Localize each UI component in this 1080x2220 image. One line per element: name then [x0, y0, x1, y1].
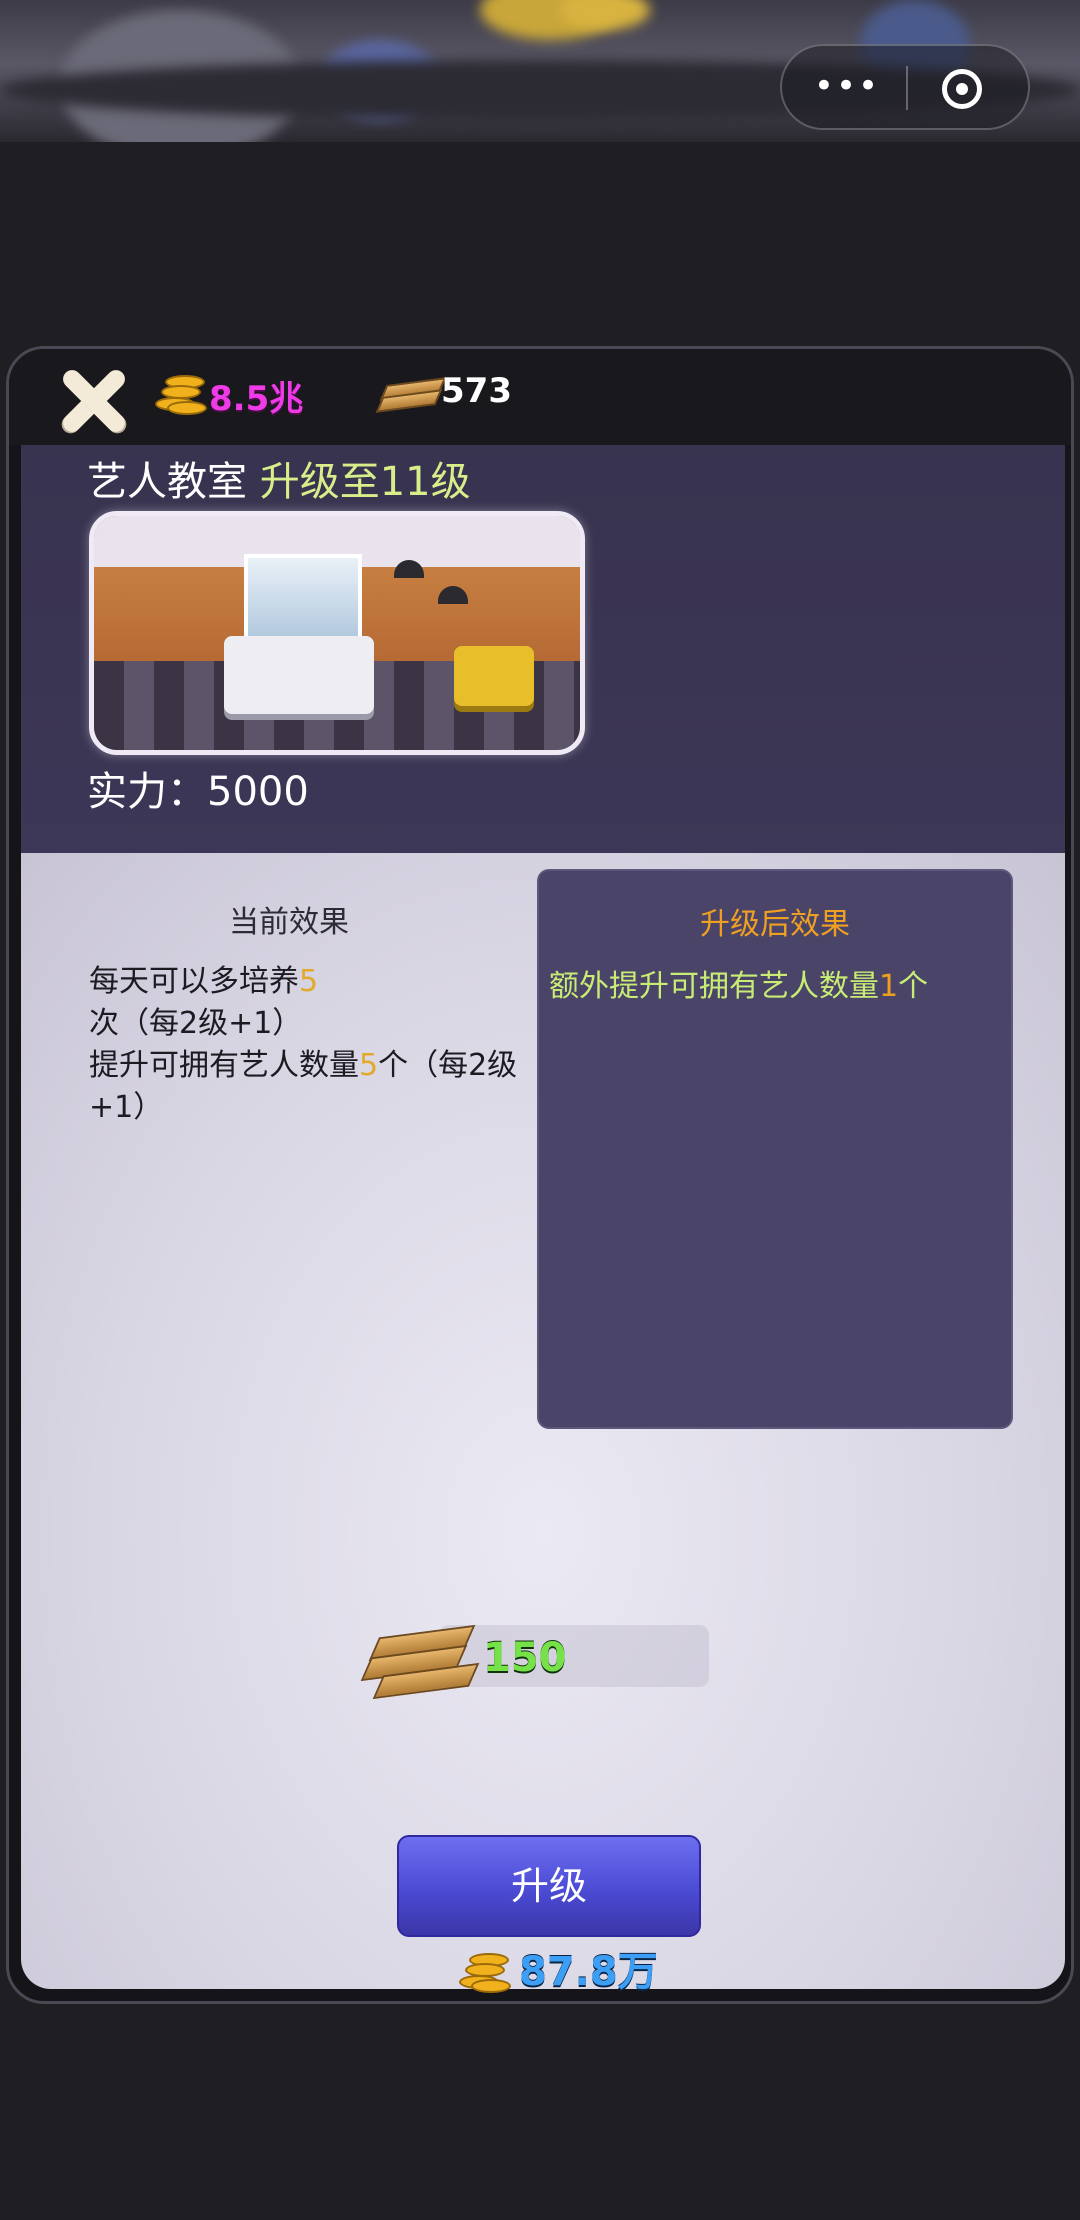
room-bed: [224, 636, 374, 714]
plank-icon: [375, 375, 447, 419]
effect-number: 5: [299, 964, 319, 999]
upgrade-target-level: 升级至11级: [259, 459, 471, 505]
power-label: 实力：: [87, 769, 207, 815]
more-icon[interactable]: •••: [812, 66, 882, 110]
upgrade-button[interactable]: 升级: [397, 1835, 701, 1937]
plank-cost: 150: [483, 1635, 567, 1681]
current-effect-text: 每天可以多培养5次（每2级+1） 提升可拥有艺人数量5个（每2级+1）: [89, 961, 525, 1129]
gold-coin-icon: [151, 371, 207, 421]
power-stat: 实力：5000: [87, 759, 309, 817]
effect-text: 提升可拥有艺人数量: [89, 1048, 359, 1083]
effect-text: 个: [898, 969, 929, 1004]
close-miniprogram-icon[interactable]: [942, 69, 982, 109]
room-preview-image: [89, 511, 585, 755]
capsule-divider: [906, 66, 908, 110]
upgrade-gold-cost: 87.8万: [519, 1949, 658, 1995]
effect-number: 5: [359, 1048, 379, 1083]
next-effect-text: 额外提升可拥有艺人数量1个: [549, 961, 928, 1005]
next-effect-box: 升级后效果: [537, 869, 1013, 1429]
room-sofa: [454, 646, 534, 706]
gold-coin-icon: [455, 1949, 511, 1999]
gold-amount: 8.5兆: [209, 379, 304, 419]
upgrade-dialog: 8.5兆 573 艺人教室 升级至11级 实力：5000 当前效果 每天可以多培…: [6, 346, 1074, 2004]
current-effect-line: 每天可以多培养5 次（每2级+1）: [89, 961, 525, 1045]
effect-number: 1: [879, 969, 899, 1004]
current-effect-heading: 当前效果: [229, 905, 349, 940]
cost-bar: [439, 1625, 709, 1687]
next-effect-heading: 升级后效果: [700, 907, 850, 942]
building-title: 艺人教室 升级至11级: [87, 449, 471, 507]
effect-text: 每天可以多培养: [89, 964, 299, 999]
plank-amount: 573: [441, 371, 512, 411]
effect-text: 次（每2级+1）: [89, 1006, 303, 1041]
mini-program-capsule: •••: [780, 44, 1030, 130]
close-button[interactable]: [55, 363, 131, 439]
effect-text: 额外提升可拥有艺人数量: [549, 969, 879, 1004]
current-effect-line: 提升可拥有艺人数量5个（每2级+1）: [89, 1045, 525, 1129]
building-name: 艺人教室: [87, 459, 247, 505]
power-value: 5000: [207, 769, 309, 815]
plank-cost-icon: [360, 1617, 480, 1700]
